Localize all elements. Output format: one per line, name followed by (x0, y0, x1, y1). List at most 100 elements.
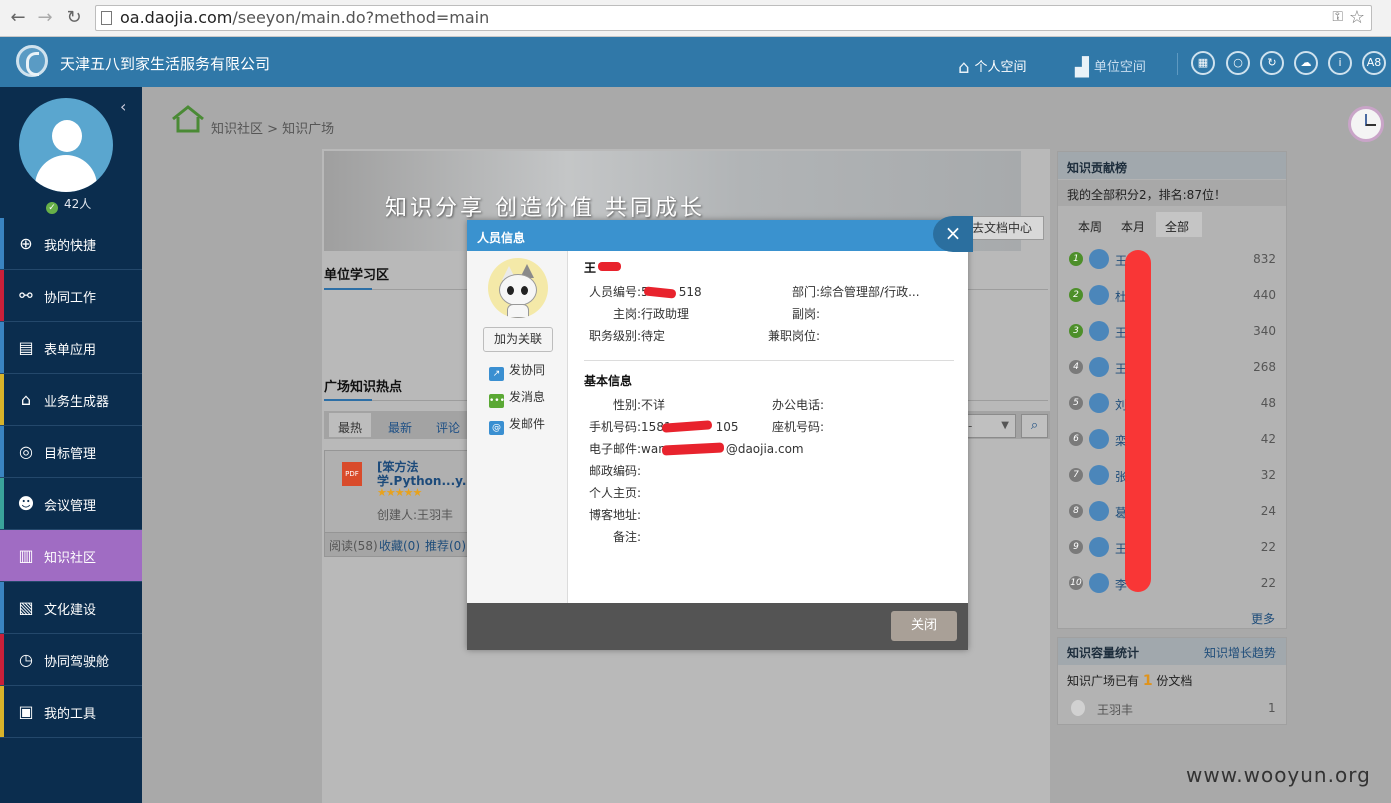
menu-accent (0, 582, 4, 633)
favorite-link[interactable]: 收藏(0) (379, 537, 420, 554)
clock-icon[interactable] (1348, 106, 1384, 142)
menu-accent (0, 218, 4, 269)
unit-space-link[interactable]: ▟ 单位空间 (1075, 56, 1146, 78)
rank-score: 42 (1260, 432, 1276, 446)
forward-icon[interactable]: → (35, 8, 55, 28)
sidebar-item-5[interactable]: ☻ 会议管理 (0, 478, 142, 530)
home-icon[interactable] (171, 105, 205, 133)
apps-grid-icon[interactable]: ▦ (1191, 51, 1215, 75)
sidebar-item-label: 目标管理 (44, 447, 97, 462)
tab-comments[interactable]: 评论 (436, 419, 460, 436)
watermark: www.wooyun.org (1186, 763, 1371, 787)
basic-info-heading: 基本信息 (584, 374, 633, 388)
avatar (1089, 321, 1109, 341)
tab-newest[interactable]: 最新 (388, 419, 412, 436)
search-button[interactable]: ⌕ (1021, 414, 1048, 438)
rank-number: 6 (1069, 432, 1083, 446)
app-header: 天津五八到家生活服务有限公司 ⌂ 个人空间 ▟ 单位空间 ▦ ○ ↻ ☁ i A8 (0, 37, 1391, 87)
rank-row[interactable]: 7 张 32 (1058, 457, 1286, 493)
rank-tab-all[interactable]: 全部 (1165, 218, 1189, 235)
avatar-body (35, 155, 97, 192)
rank-row[interactable]: 9 王 22 (1058, 529, 1286, 565)
banner-slogan: 知识分享 创造价值 共同成长 (385, 196, 705, 221)
my-score: 我的全部积分2，排名:87位！ (1058, 180, 1286, 206)
tab-hottest[interactable]: 最热 (338, 419, 362, 436)
dialog-title: 人员信息 (477, 231, 526, 245)
rank-tab-week[interactable]: 本周 (1078, 218, 1102, 235)
plus-circle-icon: ⊕ (19, 234, 33, 253)
menu-accent (0, 478, 4, 529)
sidebar-item-0[interactable]: ⊕ 我的快捷 (0, 218, 142, 270)
sidebar-item-4[interactable]: ◎ 目标管理 (0, 426, 142, 478)
sidebar-item-1[interactable]: ⚯ 协同工作 (0, 270, 142, 322)
department: 部门:综合管理部/行政... (792, 285, 920, 299)
close-icon[interactable]: × (933, 216, 973, 252)
rank-row[interactable]: 3 王 340 (1058, 313, 1286, 349)
search-select[interactable]: - ▼ (962, 414, 1016, 438)
more-link[interactable]: 更多 (1251, 610, 1275, 627)
collapse-icon[interactable]: ‹ (120, 97, 126, 116)
sidebar-item-2[interactable]: ▤ 表单应用 (0, 322, 142, 374)
read-count: 阅读(58) (329, 539, 378, 553)
star-icon[interactable]: ☆ (1349, 7, 1365, 28)
sidebar-item-6[interactable]: ▥ 知识社区 (0, 530, 142, 582)
divider (584, 360, 954, 361)
growth-trend-link[interactable]: 知识增长趋势 (1204, 644, 1276, 661)
version-badge[interactable]: A8 (1362, 51, 1386, 75)
back-icon[interactable]: ← (8, 8, 28, 28)
sidebar-item-label: 表单应用 (44, 343, 97, 358)
target-icon: ◎ (19, 442, 33, 461)
user-avatar[interactable] (19, 98, 113, 192)
personal-space-link[interactable]: ⌂ 个人空间 (958, 56, 1026, 78)
homepage: 个人主页: (589, 486, 642, 500)
rank-row[interactable]: 2 杜 440 (1058, 277, 1286, 313)
email-icon: @ (489, 421, 504, 435)
add-relation-button[interactable]: 加为关联 (483, 327, 553, 352)
close-button[interactable]: 关闭 (891, 611, 957, 641)
dashboard-icon: ◷ (19, 650, 33, 669)
rank-row[interactable]: 5 刘 48 (1058, 385, 1286, 421)
key-icon[interactable]: ⚿ (1332, 9, 1343, 25)
sidebar-item-8[interactable]: ◷ 协同驾驶舱 (0, 634, 142, 686)
sidebar-item-label: 协同驾驶舱 (44, 655, 110, 670)
section-underline (324, 399, 372, 401)
stats-user-count: 1 (1268, 701, 1276, 715)
stats-user[interactable]: 王羽丰 (1097, 701, 1133, 718)
rank-row[interactable]: 1 王 832 (1058, 241, 1286, 277)
rank-score: 32 (1260, 468, 1276, 482)
info-icon[interactable]: i (1328, 51, 1352, 75)
stats-title: 知识容量统计 (1067, 646, 1140, 660)
avatar (1089, 573, 1109, 593)
send-message-action[interactable]: ••• 发消息 (489, 388, 545, 408)
search-icon[interactable]: ○ (1226, 51, 1250, 75)
rank-row[interactable]: 4 王 268 (1058, 349, 1286, 385)
rank-row[interactable]: 8 葛 24 (1058, 493, 1286, 529)
sidebar-item-7[interactable]: ▧ 文化建设 (0, 582, 142, 634)
rank-row[interactable]: 6 栾 42 (1058, 421, 1286, 457)
sidebar-item-label: 我的快捷 (44, 239, 97, 254)
menu-accent (0, 686, 4, 737)
sidebar-item-3[interactable]: ⌂ 业务生成器 (0, 374, 142, 426)
stats-line: 知识广场已有 1 份文档 (1067, 673, 1193, 689)
reload-icon[interactable]: ↻ (64, 8, 84, 28)
cloud-icon[interactable]: ☁ (1294, 51, 1318, 75)
sidebar-item-label: 文化建设 (44, 603, 97, 618)
recommend-link[interactable]: 推荐(0) (425, 537, 466, 554)
rank-score: 440 (1253, 288, 1276, 302)
rank-row[interactable]: 10 李 22 (1058, 565, 1286, 601)
building-icon: ▟ (1075, 57, 1089, 78)
address-bar[interactable]: oa.daojia.com/seeyon/main.do?method=main… (95, 5, 1372, 31)
rank-number: 7 (1069, 468, 1083, 482)
card-title[interactable]: [笨方法学.Python...y... (377, 460, 469, 488)
refresh-icon[interactable]: ↻ (1260, 51, 1284, 75)
send-email-action[interactable]: @ 发邮件 (489, 415, 545, 435)
rank-number: 4 (1069, 360, 1083, 374)
main-post: 主岗:行政助理 (613, 307, 690, 321)
online-status[interactable]: ✓ 42人 (46, 195, 91, 214)
message-icon: ••• (489, 394, 505, 408)
rank-title: 知识贡献榜 (1067, 161, 1128, 175)
vice-post: 副岗: (792, 307, 821, 321)
sidebar-item-9[interactable]: ▣ 我的工具 (0, 686, 142, 738)
send-collab-action[interactable]: ↗ 发协同 (489, 361, 545, 381)
rank-tab-month[interactable]: 本月 (1121, 218, 1145, 235)
